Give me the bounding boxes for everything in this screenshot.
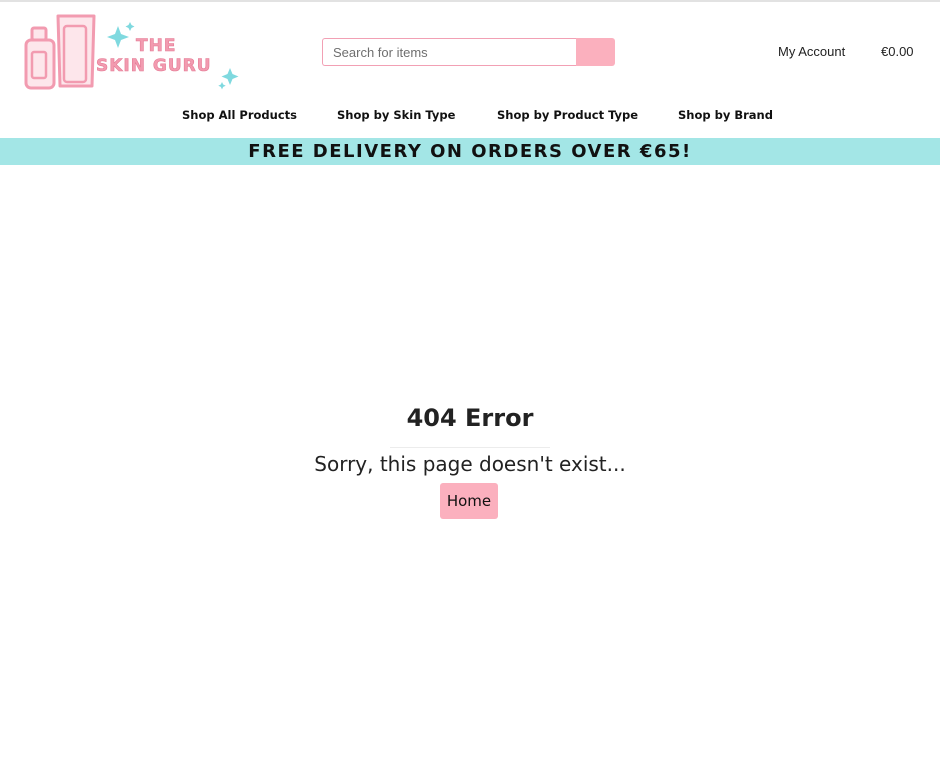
main-nav: Shop All Products Shop by Skin Type Shop… xyxy=(0,108,940,126)
search-input[interactable] xyxy=(322,38,576,66)
top-border xyxy=(0,0,940,2)
logo-text-line2: SKIN GURU xyxy=(96,56,212,76)
error-message: Sorry, this page doesn't exist... xyxy=(314,452,626,476)
nav-shop-all-products[interactable]: Shop All Products xyxy=(182,108,297,122)
my-account-link[interactable]: My Account xyxy=(778,44,845,59)
logo-icon: THE SKIN GURU xyxy=(24,14,239,90)
error-title: 404 Error xyxy=(406,404,534,432)
error-divider xyxy=(390,447,550,448)
search-button[interactable] xyxy=(576,38,615,66)
logo-text-line1: THE xyxy=(136,36,176,56)
delivery-banner: FREE DELIVERY ON ORDERS OVER €65! xyxy=(0,138,940,165)
search-form xyxy=(322,38,615,66)
nav-shop-by-brand[interactable]: Shop by Brand xyxy=(678,108,773,122)
nav-shop-by-product-type[interactable]: Shop by Product Type xyxy=(497,108,638,122)
delivery-banner-text: FREE DELIVERY ON ORDERS OVER €65! xyxy=(248,141,692,162)
home-button[interactable]: Home xyxy=(440,483,498,519)
site-logo[interactable]: THE SKIN GURU xyxy=(20,12,246,92)
cart-total-link[interactable]: €0.00 xyxy=(881,44,914,59)
nav-shop-by-skin-type[interactable]: Shop by Skin Type xyxy=(337,108,455,122)
